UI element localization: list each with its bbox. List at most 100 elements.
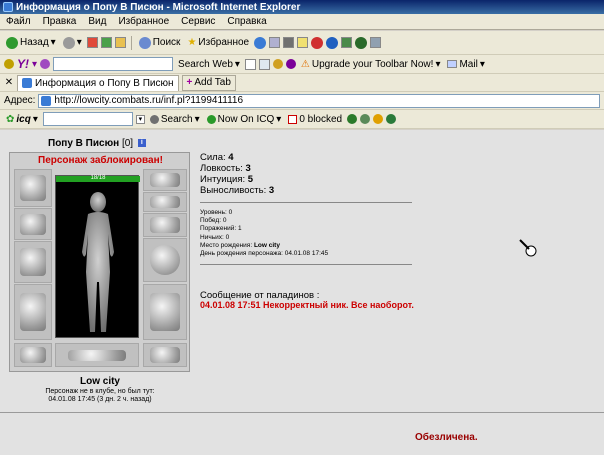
character-panel: Персонаж заблокирован! 18/18 bbox=[9, 152, 190, 372]
icq-menu-button[interactable]: ✿ icq ▾ bbox=[4, 114, 40, 125]
necklace-slot[interactable] bbox=[143, 192, 187, 212]
belt-slot[interactable] bbox=[14, 343, 52, 367]
icq-search-button[interactable]: Search ▾ bbox=[148, 114, 202, 125]
dropdown-icon[interactable]: ▾ bbox=[135, 114, 145, 124]
menu-help[interactable]: Справка bbox=[221, 16, 272, 27]
yahoo-search-input[interactable] bbox=[53, 57, 174, 71]
tool-icon[interactable] bbox=[341, 37, 353, 48]
now-on-icq-button[interactable]: Now On ICQ ▾ bbox=[205, 114, 284, 125]
city-name: Low city bbox=[79, 376, 120, 387]
tab-bar: ✕ Информация о Попу В Писюн + Add Tab bbox=[0, 74, 604, 92]
page-icon[interactable] bbox=[258, 58, 270, 70]
last-seen: 04.01.08 17:45 (3 дн. 2 ч. назад) bbox=[48, 396, 152, 403]
warning-icon: ⚠ bbox=[300, 58, 310, 70]
detail-row: Ничьих: 0 bbox=[200, 233, 230, 241]
search-web-button[interactable]: Search Web ▾ bbox=[176, 59, 242, 70]
divider bbox=[200, 264, 412, 265]
media-icon[interactable] bbox=[254, 36, 267, 49]
blocker-icon bbox=[288, 114, 298, 124]
address-input[interactable]: http://lowcity.combats.ru/inf.pl?1199411… bbox=[38, 93, 600, 108]
star-icon: ★ bbox=[187, 37, 197, 48]
favorites-button[interactable]: ★ Избранное bbox=[185, 37, 251, 48]
move-icon[interactable] bbox=[347, 114, 358, 124]
yahoo-logo-icon[interactable]: Y! bbox=[17, 57, 29, 71]
icq-search-input[interactable] bbox=[42, 112, 133, 126]
divider bbox=[200, 202, 412, 203]
popup-blocker-button[interactable]: 0 blocked bbox=[286, 114, 344, 125]
earrings-slot[interactable] bbox=[143, 169, 187, 191]
add-tab-button[interactable]: + Add Tab bbox=[181, 74, 236, 91]
icq-toolbar: ✿ icq ▾ ▾ Search ▾ Now On ICQ ▾ 0 blocke… bbox=[0, 110, 604, 129]
detail-row: Поражений: 1 bbox=[200, 225, 242, 233]
search-button[interactable]: Поиск bbox=[137, 36, 183, 49]
tab-current[interactable]: Информация о Попу В Писюн bbox=[17, 74, 179, 91]
pencil-icon[interactable] bbox=[4, 59, 14, 69]
details-block: Уровень: 0 Побед: 0 Поражений: 1 Ничьих:… bbox=[200, 209, 328, 258]
plugin-icon[interactable] bbox=[355, 36, 368, 49]
stat-row: Ловкость: 3 bbox=[200, 163, 251, 174]
rings-slot[interactable] bbox=[143, 213, 187, 237]
arrows-icon[interactable] bbox=[360, 114, 371, 124]
window-title: Информация о Попу В Писюн - Microsoft In… bbox=[16, 1, 301, 13]
forward-button[interactable]: ▾ bbox=[61, 36, 84, 49]
footer-status: Обезличена. bbox=[415, 432, 478, 443]
yahoo-dropdown-icon[interactable]: ▾ bbox=[32, 59, 37, 70]
stat-row: Интуиция: 5 bbox=[200, 174, 254, 185]
character-portrait: 18/18 bbox=[55, 175, 140, 338]
menu-tools[interactable]: Сервис bbox=[175, 16, 221, 27]
yahoo-toolbar: Y! ▾ Search Web ▾ ⚠ Upgrade your Toolbar… bbox=[0, 55, 604, 74]
address-bar: Адрес: http://lowcity.combats.ru/inf.pl?… bbox=[0, 92, 604, 110]
smiley-icon[interactable] bbox=[272, 59, 283, 69]
blocked-status: Персонаж заблокирован! bbox=[38, 155, 163, 166]
highlight-icon[interactable] bbox=[244, 58, 256, 70]
close-tab-icon[interactable]: ✕ bbox=[4, 77, 14, 88]
ie-icon bbox=[3, 2, 13, 12]
back-arrow-icon bbox=[6, 36, 18, 49]
page-icon bbox=[41, 95, 52, 106]
lock-icon[interactable] bbox=[373, 114, 384, 124]
divider bbox=[0, 412, 604, 413]
upgrade-toolbar-button[interactable]: ⚠ Upgrade your Toolbar Now! ▾ bbox=[299, 59, 443, 70]
detail-row: Место рождения: Low city bbox=[200, 241, 280, 249]
armor-slot[interactable] bbox=[14, 284, 52, 340]
stats-block: Сила: 4 Ловкость: 3 Интуиция: 5 Вынослив… bbox=[200, 152, 274, 196]
edit-icon[interactable] bbox=[40, 59, 51, 69]
at-icon[interactable] bbox=[311, 36, 324, 49]
mail-icon[interactable] bbox=[269, 37, 281, 48]
info-icon[interactable]: i bbox=[137, 139, 146, 148]
boots-slot[interactable] bbox=[143, 343, 187, 367]
magnifier-icon bbox=[149, 114, 159, 124]
back-button[interactable]: Назад ▾ bbox=[4, 36, 58, 49]
icq-status-icon bbox=[206, 114, 216, 124]
stop-icon[interactable] bbox=[86, 37, 98, 48]
menu-favorites[interactable]: Избранное bbox=[112, 16, 175, 27]
pants-slot[interactable] bbox=[143, 284, 187, 340]
extra-icon[interactable] bbox=[370, 37, 382, 48]
offline-notice: Персонаж не в клубе, но был тут: bbox=[45, 388, 155, 395]
menu-file[interactable]: Файл bbox=[0, 16, 37, 27]
yahoo-mail-button[interactable]: Mail ▾ bbox=[445, 59, 486, 70]
shield-slot[interactable] bbox=[143, 238, 187, 282]
menu-bar: Файл Правка Вид Избранное Сервис Справка bbox=[0, 14, 604, 30]
home-icon[interactable] bbox=[114, 37, 126, 48]
messenger-y-icon[interactable] bbox=[285, 59, 296, 69]
detail-row: Уровень: 0 bbox=[200, 209, 233, 216]
standard-toolbar: Назад ▾ ▾ Поиск ★ Избранное bbox=[0, 31, 604, 55]
print-icon[interactable] bbox=[283, 37, 295, 48]
separator bbox=[130, 35, 132, 50]
stat-row: Выносливость: 3 bbox=[200, 185, 275, 196]
envelope-icon bbox=[447, 60, 458, 68]
notes-icon[interactable] bbox=[297, 37, 309, 48]
refresh-icon[interactable] bbox=[100, 37, 112, 48]
weapon-slot[interactable] bbox=[14, 241, 52, 283]
forward-arrow-icon bbox=[62, 36, 75, 49]
bracers-slot[interactable] bbox=[14, 208, 52, 240]
messenger-icon[interactable] bbox=[326, 36, 339, 49]
menu-view[interactable]: Вид bbox=[82, 16, 112, 27]
paladin-message: 04.01.08 17:51 Некорректный ник. Все нао… bbox=[200, 300, 414, 310]
hp-text: 18/18 bbox=[90, 175, 106, 181]
globe-icon[interactable] bbox=[386, 114, 397, 124]
detail-row: День рождения персонажа: 04.01.08 17:45 bbox=[200, 250, 329, 258]
menu-edit[interactable]: Правка bbox=[37, 16, 83, 27]
helmet-slot[interactable] bbox=[14, 169, 52, 207]
